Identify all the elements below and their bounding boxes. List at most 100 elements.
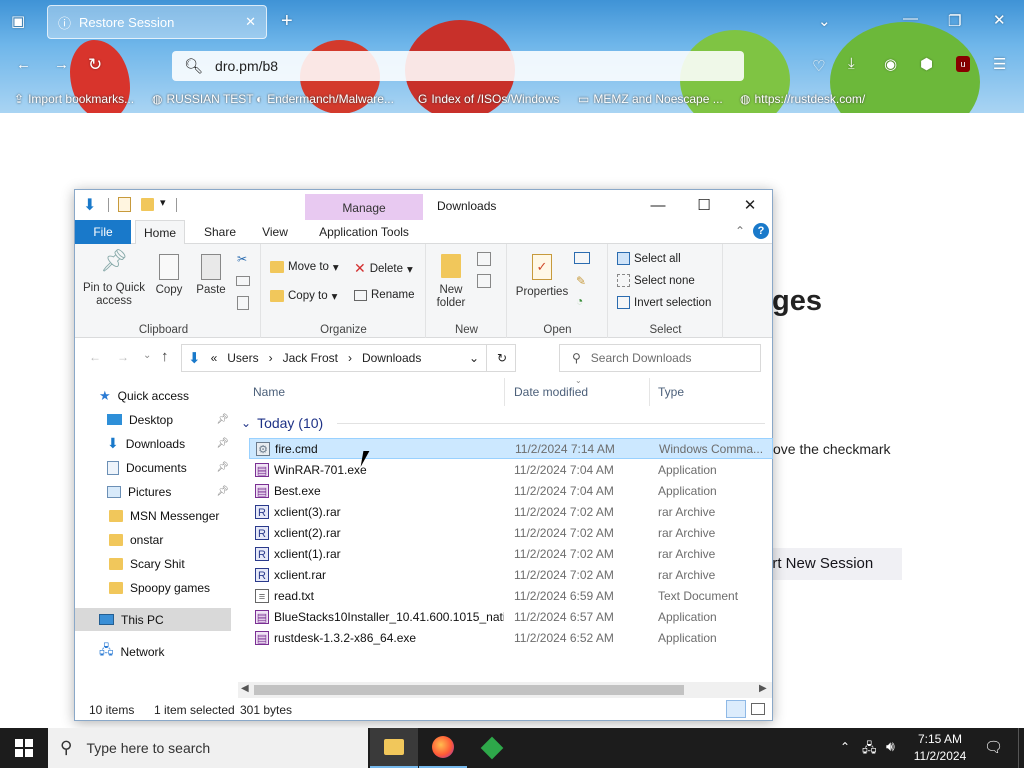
tray-chevron-icon[interactable]: ⌃ [840, 740, 850, 754]
search-box[interactable]: ⚲ Search Downloads [559, 344, 761, 372]
bookmark-memz[interactable]: ▭ MEMZ and Noescape ... [578, 92, 723, 106]
file-row[interactable]: Rxclient.rar 11/2/2024 7:02 AM rar Archive [249, 564, 773, 585]
start-button[interactable] [0, 728, 48, 768]
forward-button[interactable]: → [117, 350, 129, 364]
bookmark-russian-test[interactable]: ◍ RUSSIAN TEST [152, 92, 254, 106]
network-tray-icon[interactable]: 🖧︎ [862, 739, 877, 761]
group-header-today[interactable]: ⌄ Today (10) [241, 412, 771, 434]
select-none-button[interactable]: Select none [617, 274, 695, 287]
bookmark-endermanch[interactable]: ◐ Endermanch/Malware... [256, 92, 394, 106]
minimize-icon[interactable]: — [903, 10, 918, 27]
url-bar[interactable]: 🔍︎ dro.pm/b8 [172, 51, 744, 81]
select-all-button[interactable]: Select all [617, 252, 681, 265]
ublock-icon[interactable]: u [956, 56, 970, 72]
file-row[interactable]: ▤ Best.exe 11/2/2024 7:04 AM Application [249, 480, 773, 501]
nav-this-pc[interactable]: This PC [75, 608, 231, 631]
history-icon[interactable]: ◔ [576, 294, 583, 308]
new-folder-qat-icon[interactable] [141, 198, 154, 211]
new-item-icon[interactable] [477, 252, 491, 266]
tab-application-tools[interactable]: Application Tools [305, 220, 423, 244]
rename-button[interactable]: Rename [354, 289, 414, 301]
refresh-icon[interactable]: ↻ [497, 351, 507, 365]
nav-desktop[interactable]: Desktop 📌︎ [107, 408, 233, 431]
breadcrumb-users[interactable]: Users [227, 351, 258, 365]
paste-button[interactable]: Paste [191, 254, 231, 297]
list-tabs-icon[interactable]: ⌄ [818, 12, 831, 30]
pin-quick-access-button[interactable]: 📌︎ Pin to Quick access [81, 250, 147, 308]
scroll-right-icon[interactable]: ▶ [759, 683, 767, 694]
collapse-ribbon-icon[interactable]: ⌃ [735, 224, 745, 238]
properties-qat-icon[interactable] [118, 197, 131, 212]
tab-home[interactable]: Home [135, 220, 185, 245]
taskbar-firefox[interactable] [419, 728, 467, 768]
up-button[interactable]: ↑ [161, 348, 169, 365]
minimize-button[interactable]: — [635, 190, 681, 220]
tab-overview-icon[interactable]: ▣ [11, 12, 25, 30]
tab-view[interactable]: View [251, 220, 299, 244]
reload-icon[interactable]: ↻ [88, 55, 102, 75]
new-tab-icon[interactable]: + [281, 10, 293, 33]
address-dropdown-icon[interactable]: ⌄ [469, 351, 479, 365]
bookmark-isos[interactable]: G Index of /ISOs/Windows [418, 92, 559, 106]
bookmark-import[interactable]: ⇪ Import bookmarks... [14, 92, 134, 106]
copy-path-icon[interactable] [236, 276, 250, 286]
nav-network[interactable]: 🖧︎ Network [99, 640, 229, 663]
breadcrumb-downloads[interactable]: Downloads [362, 351, 421, 365]
nav-documents[interactable]: Documents 📌︎ [107, 456, 233, 479]
file-row[interactable]: Rxclient(3).rar 11/2/2024 7:02 AM rar Arch… [249, 501, 773, 522]
start-new-session-button[interactable]: art New Session [764, 548, 902, 580]
close-tab-icon[interactable]: ✕ [245, 14, 256, 30]
recent-locations-icon[interactable]: ⌄ [143, 350, 151, 361]
menu-icon[interactable]: ☰ [993, 55, 1006, 73]
restore-icon[interactable]: ❐ [948, 12, 961, 30]
new-folder-button[interactable]: New folder [431, 254, 471, 310]
volume-icon[interactable]: 🔊︎ [886, 738, 895, 755]
scroll-left-icon[interactable]: ◀ [241, 683, 249, 694]
taskbar-app-green[interactable] [468, 728, 516, 768]
file-row[interactable]: ▤ rustdesk-1.3.2-x86_64.exe 11/2/2024 6:52… [249, 627, 773, 648]
nav-spoopy-games[interactable]: Spoopy games [109, 576, 233, 599]
file-row[interactable]: ▤ BlueStacks10Installer_10.41.600.1015_na… [249, 606, 773, 627]
copy-to-button[interactable]: Copy to ▾ [270, 289, 337, 303]
back-icon[interactable]: ← [16, 56, 31, 73]
browser-tab[interactable]: ⓘ Restore Session ✕ [47, 5, 267, 39]
tab-share[interactable]: Share [193, 220, 247, 244]
notifications-icon[interactable]: 🗨︎ [984, 738, 1003, 756]
column-date-modified[interactable]: Date modified [514, 378, 650, 406]
bookmark-rustdesk[interactable]: ◍ https://rustdesk.com/ [740, 92, 865, 106]
delete-button[interactable]: ✕ Delete ▾ [354, 260, 413, 277]
show-desktop[interactable] [1018, 728, 1019, 768]
pocket-icon[interactable]: ♡ [812, 57, 825, 75]
address-bar[interactable]: ⬇ « Users › Jack Frost › Downloads ⌄ ↻ [181, 344, 516, 372]
nav-downloads[interactable]: ⬇ Downloads 📌︎ [107, 432, 233, 455]
file-row[interactable]: Rxclient(1).rar 11/2/2024 7:02 AM rar Arch… [249, 543, 773, 564]
scroll-thumb[interactable] [254, 685, 684, 695]
account-icon[interactable]: ◉ [884, 55, 897, 73]
properties-button[interactable]: ✓ Properties [512, 254, 572, 299]
nav-scary-shit[interactable]: Scary Shit [109, 552, 233, 575]
file-row[interactable]: ⚙ fire.cmd 11/2/2024 7:14 AM Windows Comma.… [249, 438, 773, 459]
quick-access-download-icon[interactable]: ⬇ [83, 195, 96, 215]
cut-icon[interactable]: ✂ [237, 252, 247, 266]
copy-button[interactable]: Copy [151, 254, 187, 297]
file-row[interactable]: ≡ read.txt 11/2/2024 6:59 AM Text Document [249, 585, 773, 606]
nav-quick-access[interactable]: ★ Quick access [99, 384, 257, 407]
close-button[interactable]: ✕ [727, 190, 773, 220]
large-icons-view-icon[interactable] [751, 703, 765, 715]
horizontal-scrollbar[interactable]: ◀ ▶ [238, 682, 772, 698]
details-view-icon[interactable] [726, 700, 746, 718]
downloads-icon[interactable]: ⤓ [848, 55, 855, 72]
column-name[interactable]: Name [253, 378, 505, 406]
taskbar-search[interactable]: ⚲ Type here to search [48, 728, 368, 768]
nav-onstar[interactable]: onstar [109, 528, 233, 551]
edit-icon[interactable]: ✎ [576, 274, 586, 288]
easy-access-icon[interactable] [477, 274, 491, 288]
nav-pictures[interactable]: Pictures 📌︎ [107, 480, 233, 503]
back-button[interactable]: ← [89, 350, 101, 364]
invert-selection-button[interactable]: Invert selection [617, 296, 711, 309]
nav-msn-messenger[interactable]: MSN Messenger [109, 504, 233, 527]
taskbar-file-explorer[interactable] [370, 728, 418, 768]
open-icon[interactable] [574, 252, 590, 264]
file-row[interactable]: ▤ WinRAR-701.exe 11/2/2024 7:04 AM Applicat… [249, 459, 773, 480]
tab-file[interactable]: File [75, 220, 131, 244]
